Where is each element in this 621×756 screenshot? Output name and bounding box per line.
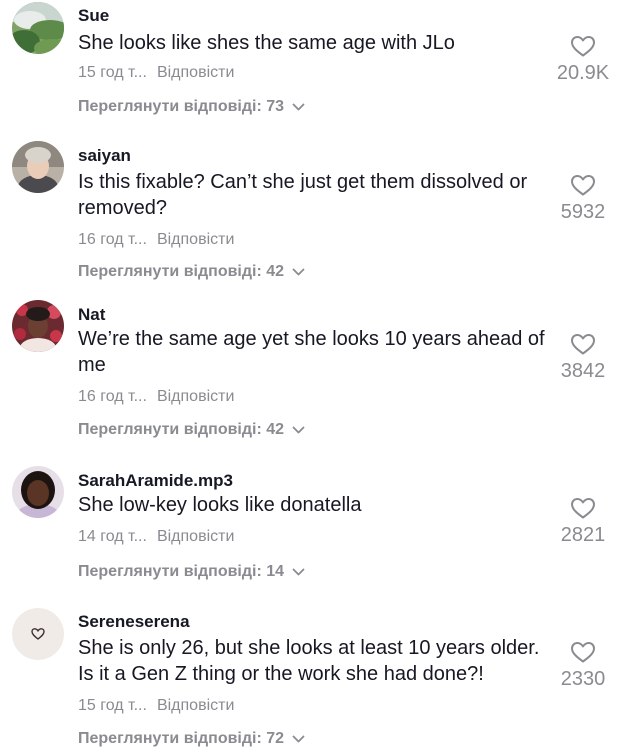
- avatar-image: [12, 608, 64, 660]
- view-replies-label: Переглянути відповіді: 72: [78, 730, 285, 747]
- chevron-down-icon: [292, 103, 305, 111]
- like-count: 5932: [560, 201, 606, 223]
- comment-meta: 16 год т... Відповісти: [78, 231, 234, 249]
- heart-icon: [571, 642, 595, 663]
- view-replies-button[interactable]: Переглянути відповіді: 42: [78, 263, 305, 281]
- like-count: 3842: [560, 360, 606, 382]
- reply-button[interactable]: Відповісти: [157, 697, 234, 714]
- comment-item: Sue She looks like shes the same age wit…: [0, 0, 621, 125]
- view-replies-button[interactable]: Переглянути відповіді: 72: [78, 730, 305, 748]
- comment-username[interactable]: Sue: [78, 6, 109, 26]
- comment-time: 15 год т...: [78, 64, 147, 81]
- avatar[interactable]: [12, 608, 64, 660]
- comment-meta: 15 год т... Відповісти: [78, 64, 234, 82]
- view-replies-label: Переглянути відповіді: 42: [78, 421, 285, 438]
- chevron-down-icon: [292, 735, 305, 743]
- view-replies-button[interactable]: Переглянути відповіді: 73: [78, 98, 305, 116]
- avatar-image: [12, 141, 64, 193]
- comment-text: She low-key looks like donatella: [78, 494, 362, 516]
- avatar-image: [12, 466, 64, 518]
- like-button[interactable]: 2330: [553, 640, 613, 691]
- comment-meta: 16 год т... Відповісти: [78, 388, 234, 406]
- like-count: 20.9K: [556, 62, 610, 84]
- comment-text: She looks like shes the same age with JL…: [78, 32, 455, 54]
- comment-meta: 14 год т... Відповісти: [78, 528, 234, 546]
- chevron-down-icon: [292, 426, 305, 434]
- heart-icon: [571, 498, 595, 519]
- heart-icon: [571, 175, 595, 196]
- avatar-image: [12, 2, 64, 54]
- comment-time: 14 год т...: [78, 528, 147, 545]
- avatar[interactable]: [12, 300, 64, 352]
- comment-time: 16 год т...: [78, 388, 147, 405]
- comment-username[interactable]: Nat: [78, 305, 105, 325]
- like-button[interactable]: 20.9K: [553, 34, 613, 85]
- view-replies-button[interactable]: Переглянути відповіді: 14: [78, 563, 305, 581]
- comment-item: saiyan Is this fixable? Can’t she just g…: [0, 141, 621, 286]
- view-replies-label: Переглянути відповіді: 73: [78, 98, 285, 115]
- comment-time: 16 год т...: [78, 231, 147, 248]
- comment-text: Is this fixable? Can’t she just get them…: [78, 171, 528, 219]
- like-button[interactable]: 5932: [553, 173, 613, 224]
- reply-button[interactable]: Відповісти: [157, 231, 234, 248]
- comment-username[interactable]: SarahAramide.mp3: [78, 471, 233, 491]
- comment-username[interactable]: saiyan: [78, 146, 131, 166]
- comment-item: Nat We’re the same age yet she looks 10 …: [0, 300, 621, 445]
- chevron-down-icon: [292, 568, 305, 576]
- like-button[interactable]: 2821: [553, 496, 613, 547]
- reply-button[interactable]: Відповісти: [157, 64, 234, 81]
- comment-meta: 15 год т... Відповісти: [78, 697, 234, 715]
- comment-item: Sereneserena She is only 26, but she loo…: [0, 608, 621, 756]
- chevron-down-icon: [292, 268, 305, 276]
- heart-icon: [571, 36, 595, 57]
- avatar[interactable]: [12, 466, 64, 518]
- like-count: 2821: [560, 524, 606, 546]
- comment-item: SarahAramide.mp3 She low-key looks like …: [0, 466, 621, 586]
- avatar-image: [12, 300, 64, 352]
- avatar[interactable]: [12, 2, 64, 54]
- comment-text: We’re the same age yet she looks 10 year…: [78, 328, 545, 376]
- view-replies-button[interactable]: Переглянути відповіді: 42: [78, 421, 305, 439]
- heart-icon: [571, 334, 595, 355]
- like-count: 2330: [560, 668, 606, 690]
- comment-time: 15 год т...: [78, 697, 147, 714]
- avatar[interactable]: [12, 141, 64, 193]
- view-replies-label: Переглянути відповіді: 14: [78, 563, 285, 580]
- view-replies-label: Переглянути відповіді: 42: [78, 263, 285, 280]
- comment-text: She is only 26, but she looks at least 1…: [78, 637, 540, 685]
- reply-button[interactable]: Відповісти: [157, 528, 234, 545]
- like-button[interactable]: 3842: [553, 332, 613, 383]
- reply-button[interactable]: Відповісти: [157, 388, 234, 405]
- comment-username[interactable]: Sereneserena: [78, 612, 190, 632]
